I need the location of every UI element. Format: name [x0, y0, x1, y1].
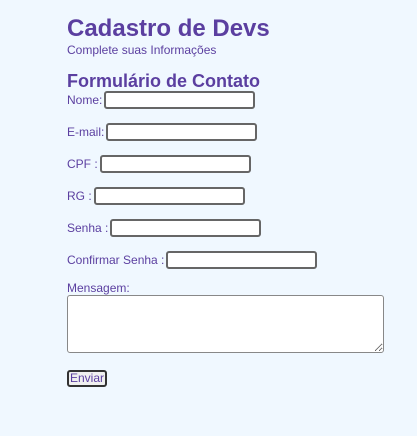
password-label: Senha : — [67, 221, 109, 235]
email-input[interactable] — [106, 123, 258, 141]
email-row: E-mail: — [67, 123, 397, 141]
confirm-password-label: Confirmar Senha : — [67, 253, 165, 267]
email-label: E-mail: — [67, 125, 105, 139]
name-input[interactable] — [104, 91, 256, 109]
confirm-password-input[interactable] — [166, 251, 318, 269]
rg-label: RG : — [67, 189, 92, 203]
contact-form: Nome: E-mail: CPF : RG : Senha : Confirm… — [67, 91, 397, 387]
cpf-label: CPF : — [67, 157, 98, 171]
rg-row: RG : — [67, 187, 397, 205]
page-title: Cadastro de Devs — [67, 15, 270, 42]
cpf-row: CPF : — [67, 155, 397, 173]
confirm-password-row: Confirmar Senha : — [67, 251, 397, 269]
name-label: Nome: — [67, 93, 103, 107]
form-section-title: Formulário de Contato — [67, 71, 260, 91]
name-row: Nome: — [67, 91, 397, 109]
message-label: Mensagem: — [67, 281, 130, 295]
password-input[interactable] — [110, 219, 262, 237]
send-button[interactable]: Enviar — [67, 370, 108, 387]
page-container: Cadastro de Devs Complete suas Informaçõ… — [67, 14, 397, 387]
password-row: Senha : — [67, 219, 397, 237]
cpf-input[interactable] — [99, 155, 251, 173]
page-subtitle: Complete suas Informações — [67, 43, 217, 57]
rg-input[interactable] — [93, 187, 245, 205]
message-textarea[interactable] — [67, 295, 384, 353]
